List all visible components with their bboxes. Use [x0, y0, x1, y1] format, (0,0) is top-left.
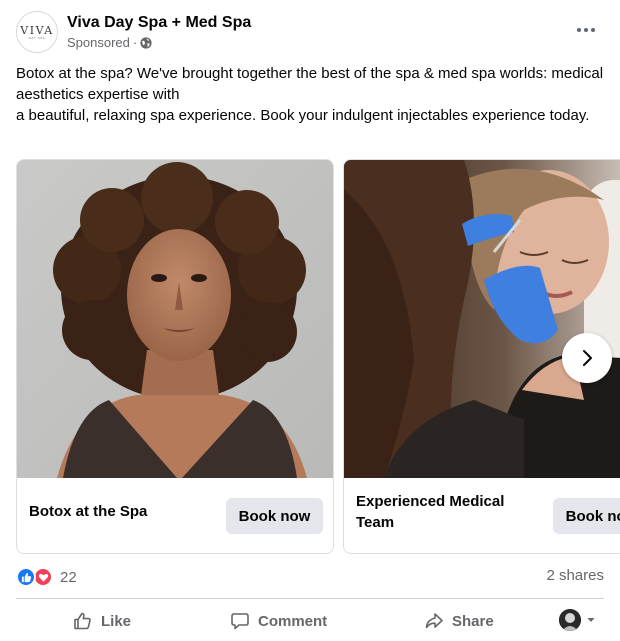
shares-count[interactable]: 2 shares — [546, 567, 604, 584]
globe-icon[interactable] — [140, 37, 152, 49]
logo-text: VIVA — [20, 23, 54, 37]
like-icon — [16, 567, 36, 587]
comment-button[interactable]: Comment — [230, 603, 327, 639]
avatar — [559, 609, 581, 631]
reactions-summary[interactable]: 22 — [16, 566, 77, 588]
more-options-icon[interactable] — [572, 18, 600, 42]
page-name-link[interactable]: Viva Day Spa + Med Spa — [67, 13, 251, 32]
thumbs-up-icon — [74, 612, 91, 630]
caret-down-icon — [587, 618, 595, 622]
reaction-as-selector[interactable] — [559, 609, 596, 631]
post-header: VIVA DAY SPA Viva Day Spa + Med Spa Spon… — [16, 10, 612, 54]
post-actions-bar: Like Comment Share — [16, 603, 604, 639]
share-button[interactable]: Share — [424, 603, 494, 639]
ad-carousel: Botox at the Spa Book now Experienced Me… — [16, 159, 620, 554]
book-now-button[interactable]: Book now — [553, 498, 620, 534]
divider — [16, 598, 604, 599]
like-label: Like — [101, 612, 132, 630]
card-footer: Botox at the Spa Book now — [17, 478, 333, 553]
post-text-line: Botox at the spa? We've brought together… — [16, 65, 604, 103]
reaction-count[interactable]: 22 — [60, 569, 77, 586]
card-footer: Experienced Medical Team Book now — [344, 478, 620, 553]
card-title[interactable]: Experienced Medical Team — [356, 491, 546, 533]
like-button[interactable]: Like — [73, 603, 131, 639]
sponsored-label[interactable]: Sponsored — [67, 35, 130, 51]
post-text-line: a beautiful, relaxing spa experience. Bo… — [16, 107, 590, 124]
comment-label: Comment — [258, 612, 328, 630]
post-meta: Sponsored · — [67, 35, 152, 51]
carousel-card[interactable]: Botox at the Spa Book now — [16, 159, 334, 554]
card-title[interactable]: Botox at the Spa — [29, 501, 219, 522]
card-image-injection-treatment[interactable] — [344, 160, 620, 478]
share-label: Share — [452, 612, 494, 630]
love-icon — [33, 567, 53, 587]
chevron-right-icon — [583, 350, 592, 366]
meta-separator: · — [132, 35, 138, 50]
post-text: Botox at the spa? We've brought together… — [16, 63, 612, 126]
book-now-button[interactable]: Book now — [226, 498, 323, 534]
card-image-woman-portrait[interactable] — [17, 160, 333, 478]
share-arrow-icon — [425, 613, 443, 629]
logo-subtext: DAY SPA — [28, 35, 46, 40]
carousel-next-button[interactable] — [562, 333, 612, 383]
page-avatar[interactable]: VIVA DAY SPA — [16, 11, 58, 53]
comment-icon — [231, 613, 249, 630]
